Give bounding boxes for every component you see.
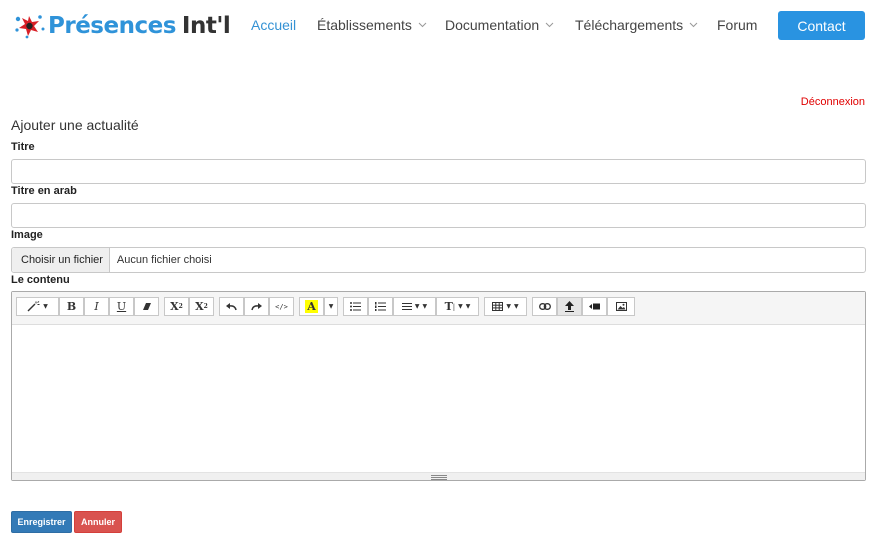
subscript-label: X [195,300,204,313]
table-icon [492,302,504,311]
font-size-button[interactable]: T | ▼ ▼ [436,297,479,316]
nav-etablissements-label: Établissements [317,17,412,33]
file-status: Aucun fichier choisi [116,254,212,266]
cancel-button[interactable]: Annuler [74,511,122,533]
logout-link[interactable]: Déconnexion [801,96,865,108]
caret-down-icon: ▼ [506,303,511,310]
caret-down-icon: ▼ [414,303,420,310]
titre-label: Titre [11,141,35,153]
chevron-down-icon [545,22,554,28]
video-icon [589,303,600,310]
undo-button[interactable] [219,297,244,316]
picture-icon [615,302,627,311]
video-button[interactable] [582,297,607,316]
color-dropdown-button[interactable]: ▼ [324,297,338,316]
nav-forum[interactable]: Forum [717,17,757,33]
editor-toolbar: ▼ B I U X2 X2 </> A ▼ ▼ ▼ T | ▼ ▼ ▼ ▼ [12,292,865,325]
nav-telechargements-label: Téléchargements [575,17,684,33]
chevron-down-icon [418,22,427,28]
highlight-color-button[interactable]: A [299,297,324,316]
nav-forum-label: Forum [717,17,758,33]
logo-word-intl: Int'l [181,13,231,39]
code-view-button[interactable]: </> [269,297,294,316]
nav-documentation-label: Documentation [445,17,540,33]
rich-text-editor: ▼ B I U X2 X2 </> A ▼ ▼ ▼ T | ▼ ▼ ▼ ▼ [11,291,866,481]
site-logo[interactable]: Présences Int'l [14,10,231,42]
eraser-button[interactable] [134,297,159,316]
choose-file-button[interactable]: Choisir un fichier [12,248,110,272]
align-icon [401,303,412,310]
superscript-button[interactable]: X2 [164,297,189,316]
bullet-list-icon [350,302,361,311]
titre-arab-label: Titre en arab [11,185,77,197]
caret-down-icon: ▼ [328,303,334,310]
underline-button[interactable]: U [109,297,134,316]
logo-star-icon [14,10,48,42]
page-title: Ajouter une actualité [11,117,139,133]
contact-button[interactable]: Contact [778,11,865,40]
nav-telechargements[interactable]: Téléchargements [575,17,698,33]
upload-button[interactable] [557,297,582,316]
superscript-label: X [170,300,179,313]
image-file-input[interactable]: Choisir un fichier Aucun fichier choisi [11,247,866,273]
caret-down-icon: ▼ [465,303,471,310]
bold-button[interactable]: B [59,297,84,316]
save-button[interactable]: Enregistrer [11,511,72,533]
editor-resize-handle[interactable] [12,472,865,480]
italic-button[interactable]: I [84,297,109,316]
ordered-list-button[interactable] [368,297,393,316]
subscript-button[interactable]: X2 [189,297,214,316]
nav-etablissements[interactable]: Établissements [317,17,427,33]
font-size-label: T [444,300,453,313]
grip-lines-icon [431,474,447,480]
redo-icon [251,302,262,310]
table-button[interactable]: ▼ ▼ [484,297,527,316]
link-icon [538,303,551,310]
contenu-label: Le contenu [11,274,70,286]
eraser-icon [142,303,151,310]
redo-button[interactable] [244,297,269,316]
link-button[interactable] [532,297,557,316]
magic-wand-icon [27,301,40,312]
caret-down-icon: ▼ [422,303,428,310]
numbered-list-icon [375,302,386,311]
editor-content-area[interactable] [12,325,865,473]
titre-input[interactable] [11,159,866,184]
image-insert-button[interactable] [607,297,635,316]
caret-down-icon: ▼ [514,303,519,310]
highlight-label: A [305,300,318,313]
nav-documentation[interactable]: Documentation [445,17,554,33]
chevron-down-icon [689,22,698,28]
navbar: Présences Int'l Accueil Établissements Do… [0,0,873,52]
titre-arab-input[interactable] [11,203,866,228]
unordered-list-button[interactable] [343,297,368,316]
style-dropdown-button[interactable]: ▼ [16,297,59,316]
logo-text: Présences Int'l [48,13,231,39]
upload-arrow-icon [565,301,574,312]
paragraph-align-button[interactable]: ▼ ▼ [393,297,436,316]
caret-down-icon: ▼ [43,303,48,310]
image-label: Image [11,229,43,241]
logo-word-presences: Présences [48,13,176,39]
nav-accueil-label: Accueil [251,17,297,33]
undo-icon [226,302,237,310]
nav-accueil[interactable]: Accueil [251,17,296,33]
caret-down-icon: ▼ [458,303,463,310]
